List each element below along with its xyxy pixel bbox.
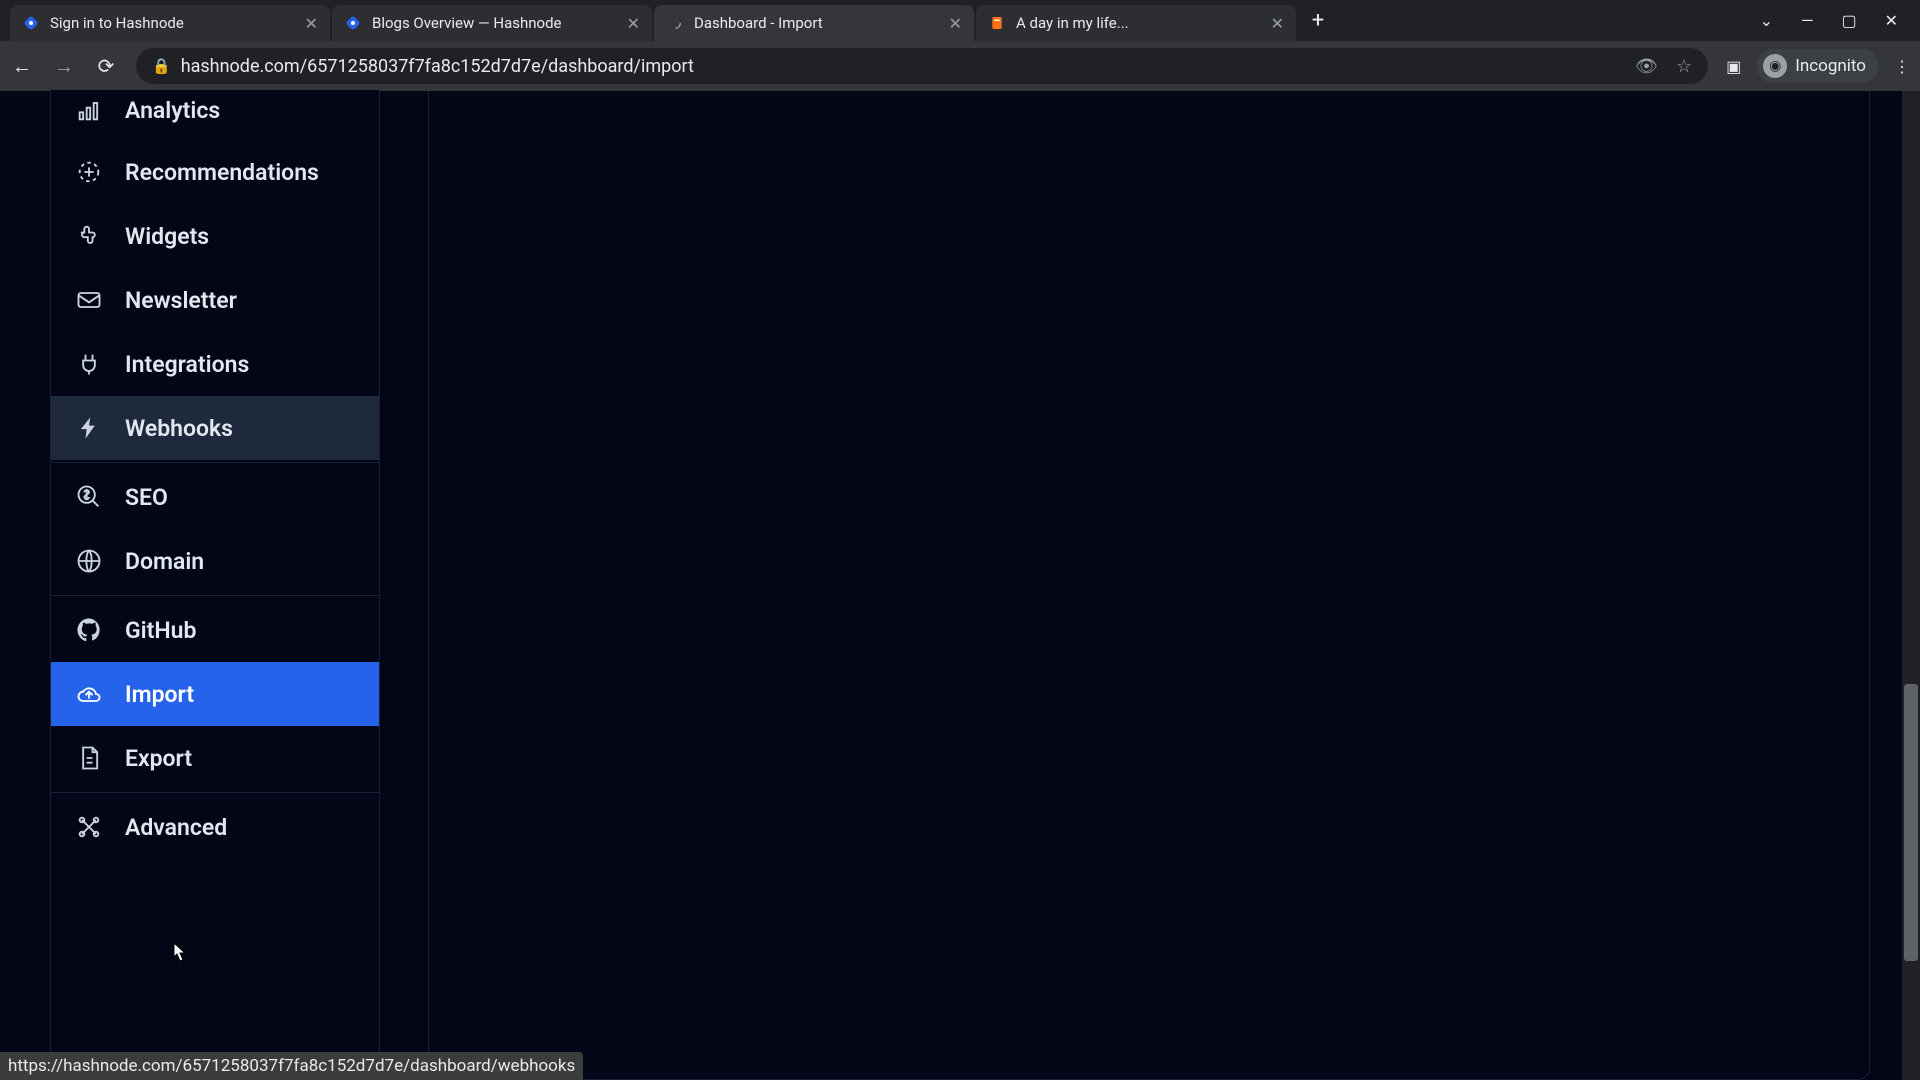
sidebar-nav: Analytics Recommendations Widgets Newslette… [50,90,380,1080]
sidebar-group: Advanced [51,793,379,861]
tools-icon [75,813,103,841]
sidebar-item-label: Analytics [125,97,220,124]
puzzle-icon [75,222,103,250]
globe-icon [75,547,103,575]
sidebar-item-newsletter[interactable]: Newsletter [51,268,379,332]
sidebar-item-seo[interactable]: SEO [51,465,379,529]
incognito-icon: ◉ [1763,54,1787,78]
plug-icon [75,350,103,378]
main-panel [428,91,1870,1080]
tab-title: A day in my life... [1016,14,1261,32]
status-bar: https://hashnode.com/6571258037f7fa8c152… [0,1052,583,1080]
sidebar-item-label: Widgets [125,223,209,250]
sidebar-item-label: Newsletter [125,287,237,314]
url-text: hashnode.com/6571258037f7fa8c152d7d7e/da… [181,56,694,77]
incognito-indicator[interactable]: ◉ Incognito [1757,49,1878,83]
status-url: https://hashnode.com/6571258037f7fa8c152… [8,1056,575,1076]
extensions-icon[interactable]: ▣ [1726,57,1741,76]
tab-close-icon[interactable]: ✕ [305,14,318,33]
address-bar[interactable]: 🔒 hashnode.com/6571258037f7fa8c152d7d7e/… [136,48,1708,84]
bookmark-icon[interactable]: ☆ [1676,56,1692,77]
sidebar-item-webhooks[interactable]: Webhooks [51,396,379,460]
tab-close-icon[interactable]: ✕ [949,14,962,33]
sidebar-group: GitHub Import Export [51,596,379,793]
tab-close-icon[interactable]: ✕ [1271,14,1284,33]
sidebar-item-label: Import [125,681,194,708]
cloud-up-icon [75,680,103,708]
bolt-icon [75,414,103,442]
scrollbar-thumb[interactable] [1904,684,1918,961]
spinner-favicon-icon [666,14,684,32]
sidebar-item-label: Webhooks [125,415,233,442]
sidebar-item-github[interactable]: GitHub [51,598,379,662]
tab-title: Dashboard - Import [694,14,939,32]
tab-close-icon[interactable]: ✕ [627,14,640,33]
sidebar-item-analytics[interactable]: Analytics [51,92,379,140]
sidebar-item-domain[interactable]: Domain [51,529,379,593]
sidebar-item-label: GitHub [125,617,196,644]
sidebar-item-label: SEO [125,484,168,511]
tab-dropdown-icon[interactable]: ⌄ [1760,11,1773,30]
incognito-label: Incognito [1795,56,1866,76]
lock-icon: 🔒 [152,57,171,75]
sidebar-item-label: Export [125,745,192,772]
sidebar-group: SEO Domain [51,463,379,596]
doc-favicon-icon [988,14,1006,32]
mail-icon [75,286,103,314]
sidebar-item-label: Domain [125,548,204,575]
close-window-button[interactable]: ✕ [1885,11,1898,30]
page-content: Analytics Recommendations Widgets Newslette… [0,91,1920,1080]
sidebar-item-import[interactable]: Import [51,662,379,726]
minimize-button[interactable]: — [1801,11,1814,30]
sidebar-item-label: Recommendations [125,159,319,186]
analytics-icon [75,96,103,124]
menu-icon[interactable]: ⋮ [1894,57,1910,76]
eye-off-icon[interactable]: 👁 [1635,56,1658,77]
github-icon [75,616,103,644]
browser-tab[interactable]: Dashboard - Import ✕ [654,5,974,41]
search-dollar-icon [75,483,103,511]
sidebar-item-widgets[interactable]: Widgets [51,204,379,268]
tab-title: Sign in to Hashnode [50,14,295,32]
back-button[interactable]: ← [10,54,34,79]
sidebar-item-integrations[interactable]: Integrations [51,332,379,396]
tab-title: Blogs Overview — Hashnode [372,14,617,32]
new-tab-button[interactable]: + [1304,8,1332,33]
browser-tab[interactable]: A day in my life... ✕ [976,5,1296,41]
browser-tab-bar: Sign in to Hashnode✕Blogs Overview — Has… [0,0,1920,41]
sidebar-item-recommendations[interactable]: Recommendations [51,140,379,204]
browser-tab[interactable]: Blogs Overview — Hashnode ✕ [332,5,652,41]
sidebar-group: Analytics Recommendations Widgets Newslette… [51,90,379,463]
window-controls: ⌄ — ▢ ✕ [1760,0,1920,41]
sidebar-item-export[interactable]: Export [51,726,379,790]
sidebar-item-advanced[interactable]: Advanced [51,795,379,859]
forward-button[interactable]: → [52,54,76,79]
page-scrollbar[interactable] [1902,91,1920,1080]
sidebar-item-label: Integrations [125,351,249,378]
hashnode-favicon-icon [344,14,362,32]
sidebar-item-label: Advanced [125,814,227,841]
sparkle-icon [75,158,103,186]
hashnode-favicon-icon [22,14,40,32]
browser-tab[interactable]: Sign in to Hashnode ✕ [10,5,330,41]
file-icon [75,744,103,772]
reload-button[interactable]: ⟳ [94,54,118,78]
browser-toolbar: ← → ⟳ 🔒 hashnode.com/6571258037f7fa8c152… [0,41,1920,91]
maximize-button[interactable]: ▢ [1841,11,1856,30]
